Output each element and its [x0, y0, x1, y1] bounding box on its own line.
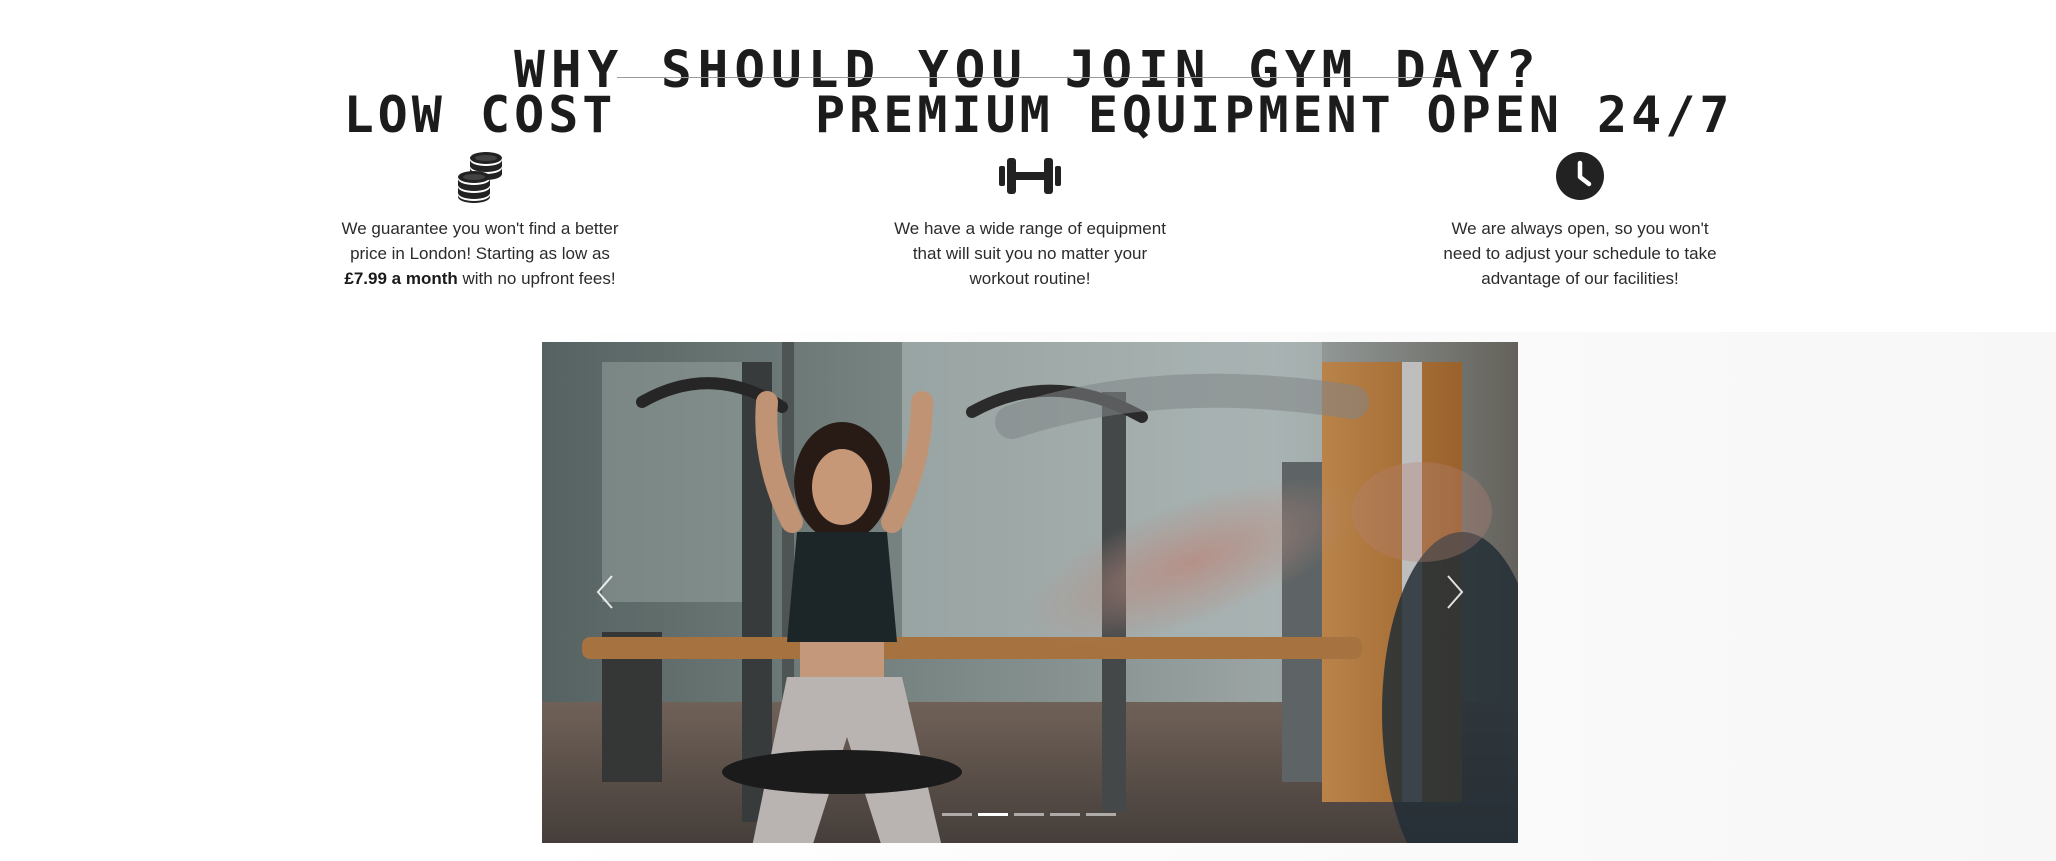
price-highlight: £7.99 a month [344, 269, 458, 288]
feature-description: We guarantee you won't find a better pri… [341, 219, 619, 288]
coins-icon [458, 152, 502, 203]
title-divider [617, 77, 1444, 78]
feature-title: OPEN 24/7 [1426, 86, 1734, 144]
carousel-next-button[interactable] [1440, 570, 1470, 614]
carousel-indicator-2[interactable] [978, 813, 1008, 816]
feature-title: PREMIUM EQUIPMENT [815, 86, 1395, 144]
carousel-indicator-5[interactable] [1086, 813, 1116, 816]
carousel-indicator-4[interactable] [1050, 813, 1080, 816]
carousel-indicator-3[interactable] [1014, 813, 1044, 816]
feature-title: LOW COST [343, 86, 617, 144]
feature-low-cost: LOW COST We guarantee you won't find a b… [265, 86, 695, 291]
feature-description: We are always open, so you won't need to… [1443, 219, 1717, 288]
carousel-indicator-1[interactable] [942, 813, 972, 816]
feature-open-24-7: OPEN 24/7 We are always open, so you won… [1365, 86, 1795, 291]
carousel-slide-image [542, 342, 1518, 843]
dumbbell-icon [999, 158, 1061, 194]
feature-description: We have a wide range of equipment that w… [894, 219, 1166, 288]
clock-icon [1556, 152, 1604, 200]
page: WHY SHOULD YOU JOIN GYM DAY? LOW COST We… [0, 0, 2056, 861]
image-carousel[interactable] [542, 342, 1518, 843]
carousel-prev-button[interactable] [590, 570, 620, 614]
carousel-indicators [942, 813, 1116, 817]
feature-premium-equipment: PREMIUM EQUIPMENT We have a wide range o… [815, 86, 1395, 291]
